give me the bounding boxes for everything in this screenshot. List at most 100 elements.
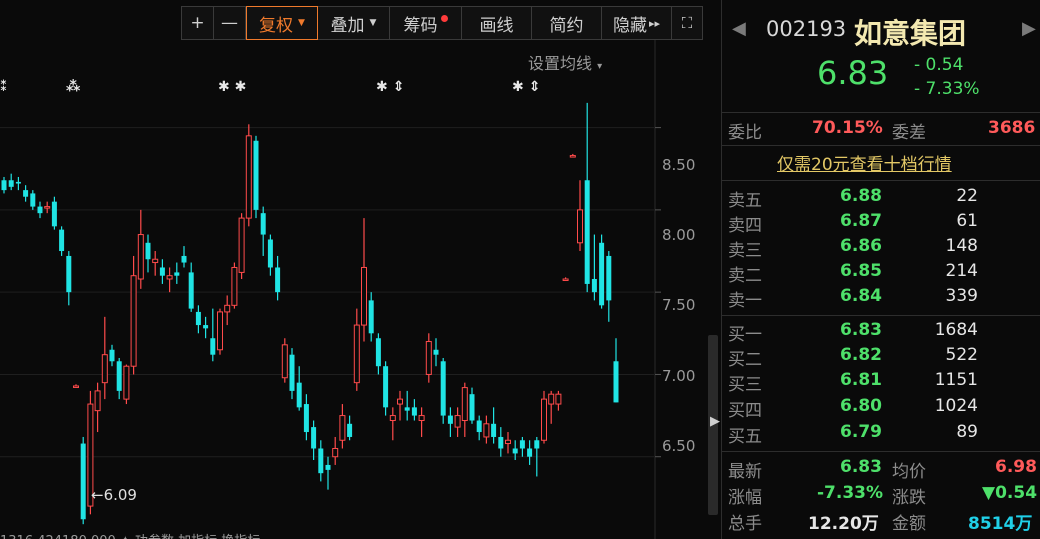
- event-marker-icon[interactable]: ⁑: [0, 79, 7, 95]
- sell-row[interactable]: 卖一 6.84 339: [722, 286, 1040, 311]
- buy-row[interactable]: 买二 6.82 522: [722, 345, 1040, 370]
- candle-body: [613, 361, 619, 403]
- buy-label: 买五: [728, 427, 762, 447]
- candle: [555, 390, 562, 411]
- candle: [15, 176, 21, 191]
- stats-row-change: 涨幅 -7.33% 涨跌 ▼0.54: [722, 483, 1040, 509]
- candle: [23, 185, 29, 202]
- sell-row[interactable]: 卖三 6.86 148: [722, 236, 1040, 261]
- candle-body: [289, 354, 295, 391]
- candle: [80, 436, 86, 525]
- candle-body: [281, 344, 288, 379]
- event-marker-icon[interactable]: ✱ ✱: [218, 79, 246, 95]
- candle-body: [505, 439, 511, 445]
- order-ratio-row: 委比 70.15% 委差 3686: [722, 116, 1040, 144]
- candle: [353, 308, 360, 391]
- buy-row[interactable]: 买五 6.79 89: [722, 422, 1040, 447]
- y-tick-label: 6.50: [662, 437, 696, 455]
- simple-mode-button[interactable]: 简约: [532, 7, 602, 39]
- vol-value: 12.20万: [808, 514, 879, 534]
- buy-row[interactable]: 买三 6.81 1151: [722, 370, 1040, 395]
- candle-body: [245, 135, 252, 219]
- candle: [238, 213, 245, 279]
- candle-body: [361, 266, 367, 326]
- vol-label: 总手: [728, 514, 762, 534]
- candle-body: [476, 420, 482, 433]
- fullscreen-icon[interactable]: ⛶: [672, 7, 702, 39]
- candle: [116, 357, 122, 400]
- zoom-in-button[interactable]: +: [182, 7, 214, 39]
- candle: [404, 390, 410, 421]
- chart-toolbar: + — 复权 ▼ 叠加 ▼ 筹码 画线 简约 隐藏 ▸▸ ⛶: [181, 6, 703, 40]
- hide-label: 隐藏: [612, 15, 647, 36]
- candle-body: [80, 443, 86, 520]
- candle: [123, 364, 130, 405]
- sell-row[interactable]: 卖二 6.85 214: [722, 261, 1040, 286]
- candle: [224, 295, 231, 326]
- candle: [109, 344, 115, 367]
- event-marker-icon[interactable]: ⁂: [66, 79, 80, 95]
- candle: [30, 190, 36, 210]
- candle: [188, 262, 194, 312]
- candle-body: [433, 349, 439, 355]
- chevron-down-icon: ▾: [597, 61, 603, 72]
- ma-settings-dropdown[interactable]: 设置均线 ▾: [528, 50, 602, 74]
- candle: [174, 262, 180, 284]
- candle: [347, 415, 353, 441]
- candle: [311, 420, 317, 461]
- candle: [498, 427, 504, 457]
- chips-button[interactable]: 筹码: [390, 7, 462, 39]
- candle: [591, 234, 597, 301]
- candle-body: [210, 338, 216, 355]
- candle: [375, 333, 381, 375]
- avg-label: 均价: [892, 462, 926, 482]
- candle-body: [73, 385, 79, 388]
- candle: [577, 180, 583, 252]
- kline-chart[interactable]: + — 复权 ▼ 叠加 ▼ 筹码 画线 简约 隐藏 ▸▸ ⛶ 设置均线 ▾ 8.50 …: [0, 0, 710, 539]
- chevron-right-icon[interactable]: ▶: [710, 414, 720, 429]
- candle-body: [397, 398, 403, 405]
- candle: [332, 436, 339, 465]
- candle-body: [498, 436, 504, 449]
- overlay-button[interactable]: 叠加 ▼: [318, 7, 390, 39]
- buy-label: 买四: [728, 401, 762, 421]
- zoom-out-button[interactable]: —: [214, 7, 246, 39]
- level2-promo-link[interactable]: 仅需20元查看十档行情: [777, 150, 952, 175]
- candle: [569, 153, 576, 158]
- divider: [722, 315, 1040, 316]
- candle-body: [130, 275, 137, 367]
- candle: [296, 366, 302, 411]
- candle: [562, 277, 569, 281]
- buy-price: 6.79: [840, 422, 882, 442]
- candle-body: [411, 407, 417, 416]
- candle: [548, 390, 555, 424]
- weicha-label: 委差: [892, 123, 926, 143]
- buy-row[interactable]: 买四 6.80 1024: [722, 396, 1040, 421]
- double-arrow-icon: ▸▸: [648, 16, 661, 30]
- candle: [339, 404, 346, 449]
- candle-body: [483, 423, 490, 438]
- candle-body: [491, 423, 497, 437]
- buy-row[interactable]: 买一 6.83 1684: [722, 320, 1040, 345]
- hide-button[interactable]: 隐藏 ▸▸: [602, 7, 672, 39]
- sell-volume: 148: [945, 236, 978, 256]
- candle: [303, 394, 309, 441]
- fuquan-button[interactable]: 复权 ▼: [246, 6, 318, 40]
- candle-body: [311, 427, 317, 449]
- event-marker-icon[interactable]: ✱ ⇕: [512, 79, 540, 95]
- candle-body: [461, 387, 468, 422]
- price-change: - 0.54: [914, 55, 964, 75]
- sell-row[interactable]: 卖四 6.87 61: [722, 211, 1040, 236]
- sell-row[interactable]: 卖五 6.88 22: [722, 186, 1040, 211]
- candlestick-plot[interactable]: [0, 0, 710, 539]
- candle: [231, 262, 238, 309]
- sell-price: 6.85: [840, 261, 882, 281]
- sell-label: 卖四: [728, 216, 762, 236]
- event-marker-icon[interactable]: ✱ ⇕: [376, 79, 404, 95]
- fuquan-label: 复权: [259, 15, 294, 36]
- next-stock-icon[interactable]: ▶: [1022, 18, 1036, 39]
- buy-price: 6.81: [840, 370, 882, 390]
- buy-volume: 1684: [934, 320, 978, 340]
- prev-stock-icon[interactable]: ◀: [732, 18, 746, 39]
- draw-line-button[interactable]: 画线: [462, 7, 532, 39]
